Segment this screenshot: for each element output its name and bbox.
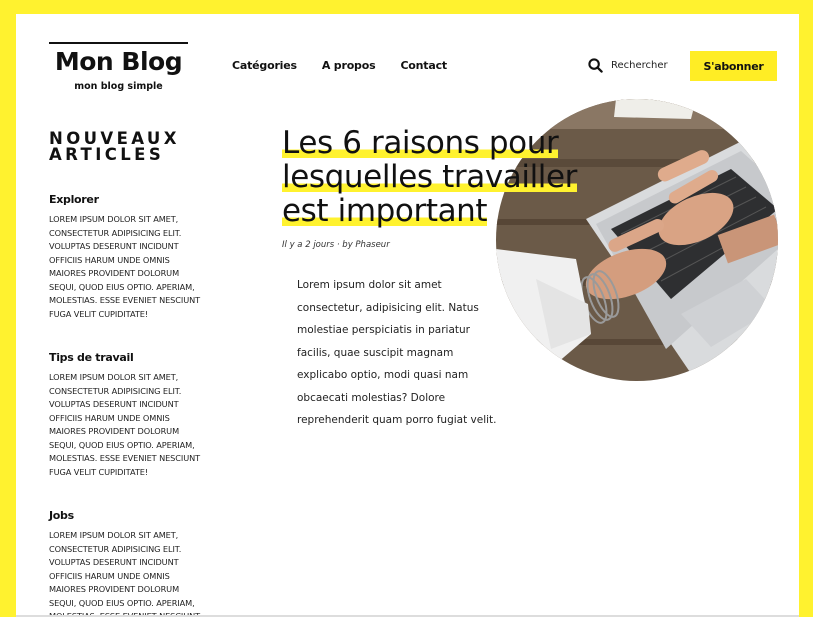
nav-item-categories[interactable]: Catégories: [232, 59, 297, 72]
search-label: Rechercher: [611, 60, 668, 71]
logo-title: Mon Blog: [54, 47, 183, 76]
sidebar-article: Jobs Lorem ipsum dolor sit amet, consect…: [49, 509, 209, 617]
sidebar-article-text: Lorem ipsum dolor sit amet, consectetur …: [49, 372, 201, 477]
sidebar-article-text: Lorem ipsum dolor sit amet, consectetur …: [49, 530, 201, 617]
article-headline[interactable]: Les 6 raisons pour lesquelles travailler…: [282, 125, 622, 229]
main-nav: Catégories A propos Contact: [232, 59, 472, 72]
sidebar-article-title[interactable]: Explorer: [49, 193, 209, 206]
nav-item-about[interactable]: A propos: [322, 59, 376, 72]
nav-item-contact[interactable]: Contact: [400, 59, 447, 72]
sidebar-article: Explorer Lorem ipsum dolor sit amet, con…: [49, 193, 209, 321]
headline-line: est important: [282, 193, 488, 229]
headline-line: lesquelles travailler: [282, 159, 578, 195]
search-icon: [588, 58, 603, 73]
article-body: Lorem ipsum dolor sit amet consectetur, …: [297, 279, 497, 426]
sidebar-article-title[interactable]: Jobs: [49, 509, 209, 522]
search-button[interactable]: Rechercher: [588, 58, 668, 73]
sidebar-title: NOUVEAUX ARTICLES: [49, 129, 180, 164]
article-meta: Il y a 2 jours · by Phaseur: [282, 240, 390, 250]
sidebar-article: Tips de travail Lorem ipsum dolor sit am…: [49, 351, 209, 479]
sidebar-article-text: Lorem ipsum dolor sit amet, consectetur …: [49, 214, 201, 319]
logo[interactable]: Mon Blog mon blog simple: [49, 42, 188, 92]
subscribe-button[interactable]: S'abonner: [690, 51, 777, 81]
sidebar: NOUVEAUX ARTICLES Explorer Lorem ipsum d…: [49, 129, 209, 617]
featured-article: Les 6 raisons pour lesquelles travailler…: [282, 125, 622, 250]
page: Mon Blog mon blog simple Catégories A pr…: [16, 14, 799, 617]
sidebar-article-title[interactable]: Tips de travail: [49, 351, 209, 364]
logo-rule: [49, 42, 188, 44]
headline-line: Les 6 raisons pour: [282, 125, 559, 161]
logo-subtitle: mon blog simple: [74, 81, 163, 92]
